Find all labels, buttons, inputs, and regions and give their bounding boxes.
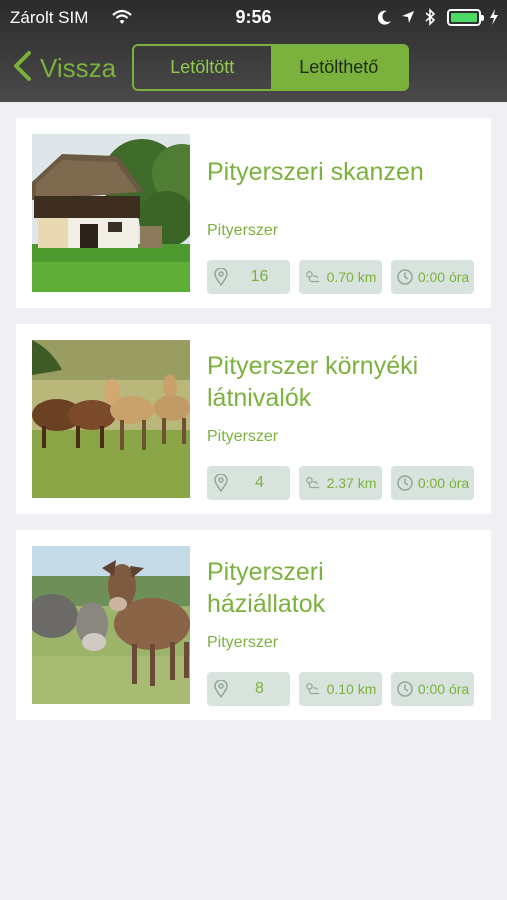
points-count: 8 [255,680,264,697]
tour-card[interactable]: Pityerszeri skanzen Pityerszer 16 0.70 k… [16,118,491,308]
tour-title: Pityerszer környéki látnivalók [207,352,419,412]
tour-card[interactable]: Pityerszeri háziállatok Pityerszer 8 0.1… [16,530,491,720]
top-bar: Zárolt SIM 9:56 Vissza Letöltött Letölth… [0,0,507,102]
back-button-label: Vissza [40,52,117,83]
tour-location: Pityerszer [207,222,279,239]
clock-icon [397,679,413,699]
wild-horses-photo [32,340,190,498]
tour-stats: 16 0.70 km 0:00 óra [207,260,483,294]
tour-list: Pityerszeri skanzen Pityerszer 16 0.70 k… [16,118,491,736]
tour-stats: 8 0.10 km 0:00 óra [207,672,483,706]
duration-value: 0:00 óra [417,681,470,697]
distance-value: 2.37 km [326,475,377,491]
battery-icon [447,9,484,26]
tab-downloaded[interactable]: Letöltött [134,46,271,89]
bluetooth-icon [424,8,436,31]
map-pin-icon [213,679,229,699]
chevron-left-icon [12,50,32,87]
distance-badge: 2.37 km [299,466,382,500]
duration-value: 0:00 óra [417,269,470,285]
tour-title: Pityerszeri háziállatok [207,558,326,618]
tour-title: Pityerszeri skanzen [207,158,424,186]
donkeys-photo [32,546,190,704]
download-segmented-control: Letöltött Letölthető [132,44,409,91]
distance-value: 0.70 km [326,269,377,285]
tab-downloadable[interactable]: Letölthető [270,46,407,89]
moon-icon [377,10,392,30]
tour-location: Pityerszer [207,634,279,651]
thatched-farmhouse-photo [32,134,190,292]
tour-location: Pityerszer [207,428,279,445]
duration-value: 0:00 óra [417,475,470,491]
points-badge: 4 [207,466,290,500]
duration-badge: 0:00 óra [391,466,474,500]
map-pin-icon [213,473,229,493]
status-bar: Zárolt SIM 9:56 [0,0,507,34]
back-button[interactable]: Vissza [12,50,116,86]
charging-bolt-icon [489,9,499,30]
tour-card[interactable]: Pityerszer környéki látnivalók Pityersze… [16,324,491,514]
distance-badge: 0.70 km [299,260,382,294]
clock-icon [397,267,413,287]
points-count: 16 [250,268,269,285]
points-badge: 16 [207,260,290,294]
location-arrow-icon [401,10,415,29]
navigation-bar: Vissza Letöltött Letölthető [0,34,507,102]
points-count: 4 [255,474,264,491]
clock-icon [397,473,413,493]
tour-stats: 4 2.37 km 0:00 óra [207,466,483,500]
duration-badge: 0:00 óra [391,672,474,706]
map-pin-icon [213,267,229,287]
duration-badge: 0:00 óra [391,260,474,294]
route-icon [305,267,321,287]
route-icon [305,679,321,699]
route-icon [305,473,321,493]
points-badge: 8 [207,672,290,706]
distance-badge: 0.10 km [299,672,382,706]
distance-value: 0.10 km [326,681,377,697]
